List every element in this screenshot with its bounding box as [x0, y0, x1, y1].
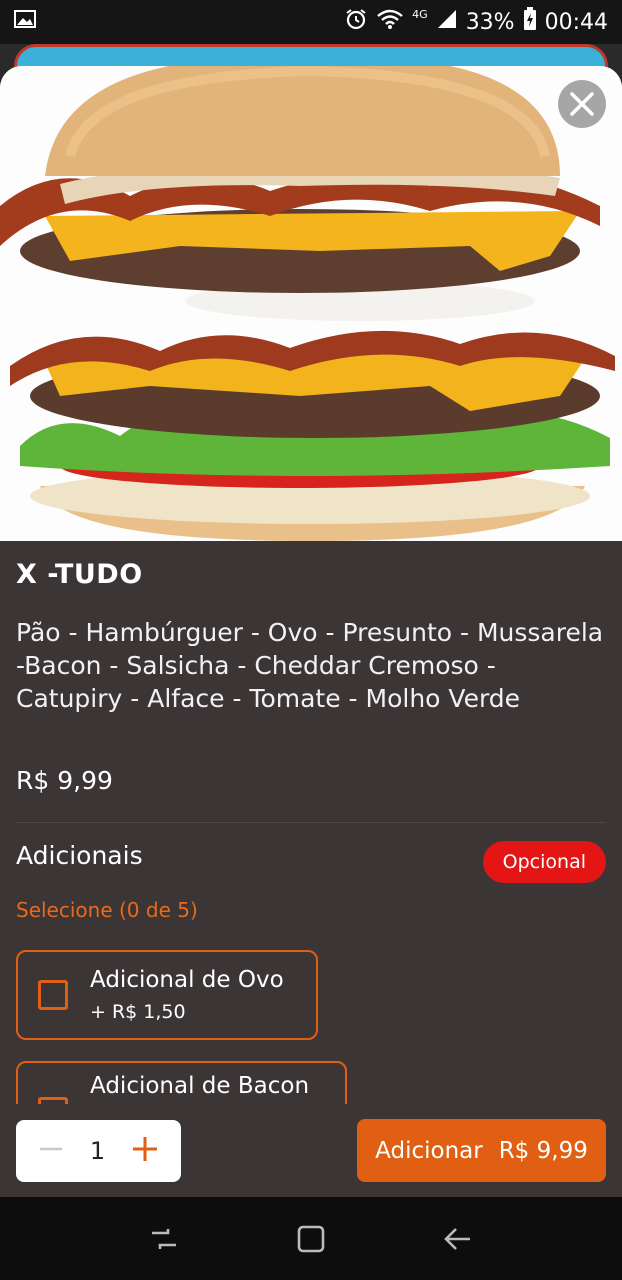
home-button[interactable]: [291, 1219, 331, 1259]
alarm-icon: [344, 7, 368, 37]
bottom-action-bar: 1 Adicionar R$ 9,99: [0, 1104, 622, 1197]
addon-price: + R$ 1,50: [90, 1001, 186, 1023]
burger-illustration: [0, 66, 622, 541]
product-image: [0, 66, 622, 541]
network-type: 4G: [412, 7, 428, 21]
status-bar: 4G 33% 00:44: [0, 0, 622, 44]
addon-option-ovo[interactable]: Adicional de Ovo + R$ 1,50: [16, 950, 318, 1040]
add-button-price: R$ 9,99: [498, 1137, 588, 1164]
system-nav-bar: [0, 1197, 622, 1280]
back-button[interactable]: [438, 1219, 478, 1259]
recent-apps-button[interactable]: [144, 1219, 184, 1259]
product-title: X -TUDO: [16, 559, 143, 590]
divider: [16, 822, 606, 823]
add-button-label: Adicionar: [375, 1137, 483, 1164]
home-icon: [297, 1225, 325, 1252]
signal-icon: [436, 8, 458, 36]
product-price: R$ 9,99: [16, 766, 113, 795]
product-sheet: X -TUDO Pão - Hambúrguer - Ovo - Presunt…: [0, 66, 622, 1197]
addon-name: Adicional de Ovo: [90, 967, 284, 993]
image-icon: [14, 9, 36, 35]
optional-badge: Opcional: [482, 841, 606, 883]
back-icon: [444, 1227, 471, 1250]
addon-checkbox[interactable]: [38, 980, 68, 1010]
recent-apps-icon: [151, 1228, 176, 1249]
minus-icon: [40, 1147, 62, 1151]
close-icon: [570, 92, 594, 116]
battery-icon: [523, 7, 537, 37]
plus-icon: [133, 1137, 157, 1161]
clock: 00:44: [544, 9, 608, 35]
selection-hint: Selecione (0 de 5): [16, 898, 198, 922]
close-button[interactable]: [558, 80, 606, 128]
wifi-icon: [376, 8, 404, 36]
product-description: Pão - Hambúrguer - Ovo - Presunto - Muss…: [16, 618, 604, 713]
add-to-cart-button[interactable]: Adicionar R$ 9,99: [357, 1119, 606, 1182]
extras-title: Adicionais: [16, 841, 143, 870]
quantity-value: 1: [89, 1137, 106, 1165]
increment-button[interactable]: [131, 1135, 159, 1167]
battery-percent: 33%: [465, 9, 515, 35]
quantity-stepper: 1: [16, 1120, 181, 1182]
addon-name: Adicional de Bacon: [90, 1073, 310, 1099]
decrement-button[interactable]: [38, 1136, 64, 1166]
